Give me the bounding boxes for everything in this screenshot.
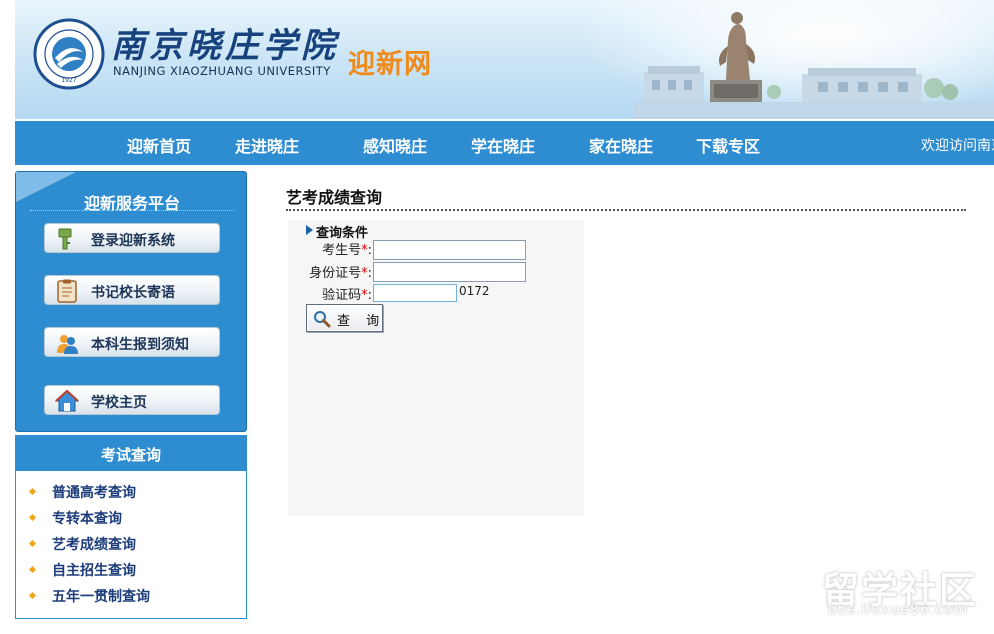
school-name-chinese: 南京晓庄学院: [111, 26, 339, 66]
service-platform-panel: 迎新服务平台 登录迎新系统 书记校长寄语 本科生报到须知 学校主页: [15, 171, 247, 432]
page-title: 艺考成绩查询: [286, 188, 383, 207]
exam-query-panel: 考试查询 普通高考查询 专转本查询 艺考成绩查询 自主招生查询 五年一贯制查询: [15, 435, 247, 619]
site-title: 迎新网: [348, 49, 432, 80]
school-homepage-button[interactable]: 学校主页: [44, 385, 220, 415]
registration-notice-label: 本科生报到须知: [91, 337, 189, 353]
exam-number-input[interactable]: [373, 240, 526, 260]
welcome-marquee: 欢迎访问南京晓庄学院迎新网: [921, 138, 994, 154]
id-number-label: 身份证号*:: [309, 266, 372, 281]
id-number-input[interactable]: [373, 262, 526, 282]
home-icon: [55, 389, 79, 412]
exam-link-label: 艺考成绩查询: [52, 537, 136, 553]
registration-notice-button[interactable]: 本科生报到须知: [44, 327, 220, 357]
users-icon: [57, 335, 78, 354]
watermark-url: bbs.liuxue86.com: [828, 602, 969, 618]
school-name-english: NANJING XIAOZHUANG UNIVERSITY: [113, 64, 331, 78]
exam-link-label: 五年一贯制查询: [52, 589, 150, 605]
exam-link-label: 普通高考查询: [52, 485, 136, 501]
seal-year: 1927: [61, 77, 76, 84]
president-message-label: 书记校长寄语: [91, 285, 175, 301]
key-icon: [58, 228, 72, 250]
nav-item-life[interactable]: 家在晓庄: [589, 133, 653, 157]
captcha-code[interactable]: 0172: [459, 284, 490, 298]
president-message-button[interactable]: 书记校长寄语: [44, 275, 220, 305]
nav-item-about[interactable]: 走进晓庄: [235, 133, 299, 157]
captcha-input[interactable]: [373, 284, 457, 302]
bullet-diamond-icon: [28, 513, 37, 522]
login-system-button[interactable]: 登录迎新系统: [44, 223, 220, 253]
exam-link-label: 专转本查询: [52, 511, 122, 527]
triangle-right-icon: [306, 225, 313, 235]
exam-query-title: 考试查询: [100, 446, 161, 464]
university-seal-logo[interactable]: 1927: [33, 18, 105, 90]
bullet-diamond-icon: [28, 487, 37, 496]
search-button-label: 查 询: [337, 314, 386, 329]
query-form: 查询条件 考生号*: 身份证号*: 验证码*: 0172 查 询: [288, 220, 584, 516]
bullet-diamond-icon: [28, 565, 37, 574]
nav-item-study[interactable]: 学在晓庄: [471, 133, 535, 157]
school-homepage-label: 学校主页: [91, 395, 147, 411]
search-button[interactable]: 查 询: [306, 304, 383, 332]
exam-link-label: 自主招生查询: [52, 563, 136, 579]
nav-item-experience[interactable]: 感知晓庄: [363, 133, 427, 157]
bullet-diamond-icon: [28, 591, 37, 600]
service-divider: [30, 210, 234, 211]
bullet-diamond-icon: [28, 539, 37, 548]
login-system-label: 登录迎新系统: [91, 233, 175, 249]
clipboard-icon: [57, 279, 77, 303]
nav-item-downloads[interactable]: 下载专区: [696, 133, 760, 157]
site-header: 1927 南京晓庄学院 NANJING XIAOZHUANG UNIVERSIT…: [15, 0, 994, 119]
main-navigation: 迎新首页 走进晓庄 感知晓庄 学在晓庄 家在晓庄 下载专区 欢迎访问南京晓庄学院…: [15, 121, 994, 165]
title-divider: [286, 209, 966, 211]
watermark: 留学社区 bbs.liuxue86.com: [822, 560, 984, 626]
captcha-label: 验证码*:: [322, 288, 372, 303]
exam-number-label: 考生号*:: [322, 243, 372, 258]
exam-query-header: 考试查询: [16, 436, 246, 471]
magnifier-icon: [314, 311, 331, 328]
nav-item-home[interactable]: 迎新首页: [127, 133, 191, 157]
campus-statue-illustration: [634, 12, 994, 119]
